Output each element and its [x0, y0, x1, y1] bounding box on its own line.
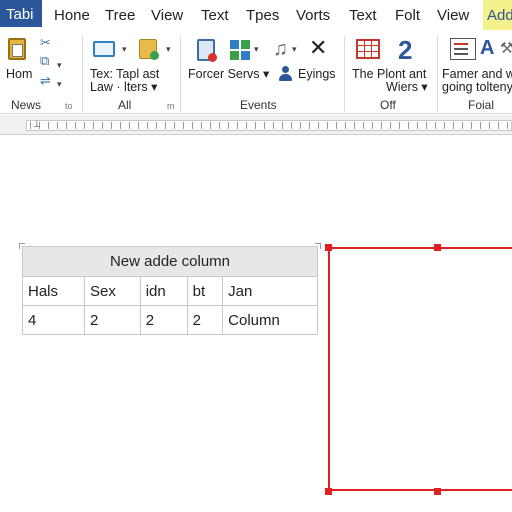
tab-file[interactable]: Tabi — [0, 0, 42, 27]
music-note-icon[interactable]: ♫ — [273, 39, 288, 59]
group-separator — [82, 36, 83, 112]
alert-badge-icon — [208, 53, 217, 62]
tab-text[interactable]: Text — [201, 0, 229, 30]
table-header-row: Hals Sex idn bt Jan — [22, 276, 318, 306]
table-cell[interactable]: Hals — [22, 276, 85, 306]
layout-grid-icon[interactable] — [230, 40, 250, 60]
tab-view[interactable]: View — [151, 0, 183, 30]
resize-handle[interactable] — [325, 244, 332, 251]
table-cell[interactable]: 2 — [186, 305, 224, 335]
chevron-down-icon[interactable]: ▾ — [122, 44, 127, 55]
resize-handle[interactable] — [434, 488, 441, 495]
tab-home[interactable]: Hone — [54, 0, 90, 30]
table-cell[interactable]: 4 — [22, 305, 85, 335]
person-icon — [279, 66, 292, 82]
horizontal-ruler: ⊥ — [0, 115, 512, 135]
table-cell[interactable]: Column — [222, 305, 318, 335]
chevron-down-icon[interactable]: ▾ — [166, 44, 171, 55]
tab-folt[interactable]: Folt — [395, 0, 420, 30]
group-label-events: Events — [240, 98, 277, 112]
chevron-down-icon[interactable]: ▾ — [254, 44, 259, 55]
table-cell[interactable]: Jan — [222, 276, 318, 306]
group-separator — [344, 36, 345, 112]
tab-tree[interactable]: Tree — [105, 0, 135, 30]
forcer-servs-button[interactable]: Forcer Servs ▾ — [188, 68, 269, 81]
tab-text-2[interactable]: Text — [349, 0, 377, 30]
group-label-off: Off — [380, 98, 396, 112]
ribbon: ✂ ⧉ ⇌ ▾ ▾ Hom News to ▾ ▾ Tex: Tapl ast … — [0, 30, 512, 114]
tool-icon[interactable]: ⚒ — [500, 39, 512, 59]
table-title-row: New adde column — [22, 246, 318, 277]
format-painter-icon[interactable]: ⇌ — [40, 74, 51, 87]
foial-label-line2[interactable]: going tolteny — [442, 81, 512, 94]
paste-icon[interactable] — [8, 38, 26, 60]
group-launcher-all[interactable]: m — [167, 101, 175, 111]
folder-icon[interactable] — [139, 39, 159, 60]
document-icon[interactable] — [197, 39, 217, 62]
paste-label[interactable]: Hom — [6, 68, 32, 81]
chevron-down-icon[interactable]: ▾ — [57, 79, 62, 90]
indent-marker-icon[interactable]: ⊥ — [33, 119, 41, 130]
resize-handle[interactable] — [434, 244, 441, 251]
paste-paper-icon — [12, 44, 23, 57]
text-lines-icon[interactable] — [450, 38, 476, 60]
all-label-line2[interactable]: Law · lters ▾ — [90, 81, 157, 94]
group-separator — [437, 36, 438, 112]
resize-handle[interactable] — [325, 488, 332, 495]
selected-shape-frame[interactable] — [328, 247, 512, 491]
table-cell[interactable]: 2 — [84, 305, 141, 335]
table-title[interactable]: New adde column — [22, 246, 318, 277]
cut-icon[interactable]: ✂ — [40, 36, 51, 49]
tab-view-2[interactable]: View — [437, 0, 469, 30]
table-icon[interactable] — [356, 39, 380, 59]
table-row: 4 2 2 2 Column — [22, 305, 318, 335]
tab-types[interactable]: Tpes — [246, 0, 279, 30]
group-label-news: News — [11, 98, 42, 112]
group-label-foial: Foial — [468, 98, 495, 112]
eyings-button[interactable]: Eyings — [298, 68, 336, 81]
group-separator — [180, 36, 181, 112]
table-cell[interactable]: idn — [139, 276, 188, 306]
font-letter-icon[interactable]: A — [480, 38, 494, 58]
data-table: New adde column Hals Sex idn bt Jan 4 2 … — [22, 246, 318, 335]
group-launcher-news[interactable]: to — [65, 101, 73, 111]
close-icon[interactable]: ✕ — [309, 37, 327, 59]
tab-addins[interactable]: Adde — [483, 0, 512, 30]
table-cell[interactable]: Sex — [84, 276, 141, 306]
off-label-line2[interactable]: Wiers ▾ — [386, 81, 428, 94]
chevron-down-icon[interactable]: ▾ — [57, 60, 62, 71]
tab-vorts[interactable]: Vorts — [296, 0, 330, 30]
copy-icon[interactable]: ⧉ — [40, 54, 49, 67]
chart-icon[interactable] — [93, 41, 115, 57]
chevron-down-icon[interactable]: ▾ — [292, 44, 297, 55]
number-two-icon[interactable]: 2 — [398, 37, 412, 63]
table-cell[interactable]: 2 — [139, 305, 188, 335]
ruler-ticks — [30, 122, 510, 129]
ribbon-tab-bar: Tabi Hone Tree View Text Tpes Vorts Text… — [0, 0, 512, 30]
add-badge-icon — [150, 51, 159, 60]
group-label-all: All — [118, 98, 132, 112]
table-cell[interactable]: bt — [186, 276, 224, 306]
